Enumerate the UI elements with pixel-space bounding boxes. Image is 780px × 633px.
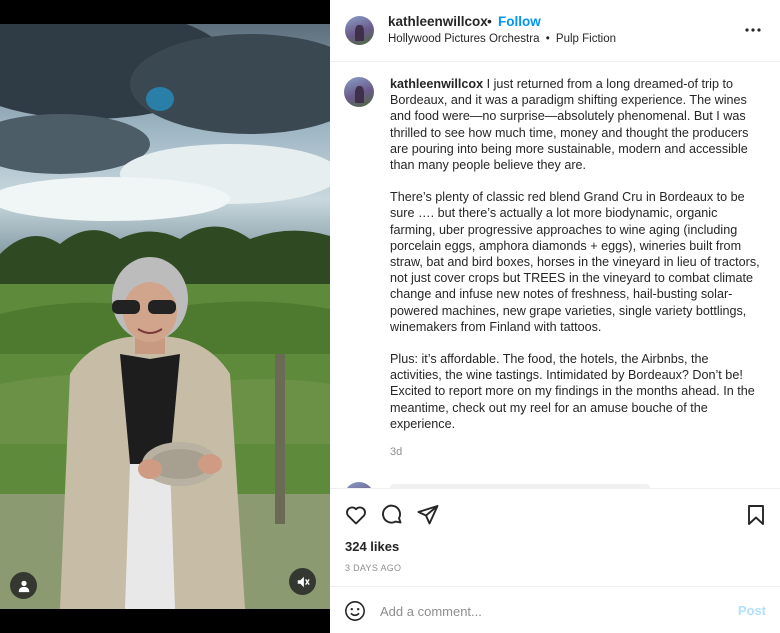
more-options-button[interactable] [743,20,763,40]
post-photo[interactable] [0,24,330,609]
audio-separator: • [545,33,550,45]
emoji-icon [345,601,365,621]
save-button[interactable] [744,503,768,527]
user-tag-icon [18,580,29,592]
caption-timestamp[interactable]: 3d [390,446,402,458]
author-username[interactable]: kathleenwillcox [388,14,488,29]
follow-button[interactable]: Follow [498,14,541,29]
photo-illustration [0,24,330,609]
comment-input[interactable] [380,600,710,622]
post-comment-button[interactable]: Post [738,603,766,618]
caption-avatar[interactable] [344,77,374,107]
user-tag-button[interactable] [10,572,37,599]
caption-paragraph-3: Plus: it’s affordable. The food, the hot… [390,352,755,431]
emoji-button[interactable] [344,600,366,622]
caption-paragraph-1: I just returned from a long dreamed-of t… [390,77,749,173]
post-caption: kathleenwillcox I just returned from a l… [390,76,762,448]
separator-dot: • [487,13,492,29]
audio-artist[interactable]: Hollywood Pictures Orchestra [388,33,539,45]
heart-icon [346,506,366,525]
bookmark-icon [748,505,764,525]
audio-attribution[interactable]: Hollywood Pictures Orchestra • Pulp Fict… [388,33,616,45]
post-header: kathleenwillcox • Follow Hollywood Pictu… [330,0,780,62]
author-avatar[interactable] [345,16,374,45]
comment-icon [382,504,402,524]
comment-button[interactable] [380,503,404,527]
audio-title[interactable]: Pulp Fiction [556,33,616,45]
post-date[interactable]: 3 DAYS AGO [345,563,401,573]
post-media [0,0,330,633]
audio-muted-icon [297,576,310,587]
comments-section[interactable]: kathleenwillcox I just returned from a l… [330,62,780,488]
post-panel: kathleenwillcox • Follow Hollywood Pictu… [330,0,780,633]
post-actions: 324 likes 3 DAYS AGO [330,488,780,586]
add-comment-bar: Post [330,586,780,633]
caption-username[interactable]: kathleenwillcox [390,77,483,91]
likes-count[interactable]: 324 likes [345,539,399,554]
share-icon [417,505,439,525]
more-options-icon [745,28,761,32]
mute-button[interactable] [289,568,316,595]
like-button[interactable] [344,503,368,527]
share-button[interactable] [416,503,440,527]
caption-paragraph-2: There’s plenty of classic red blend Gran… [390,190,760,334]
